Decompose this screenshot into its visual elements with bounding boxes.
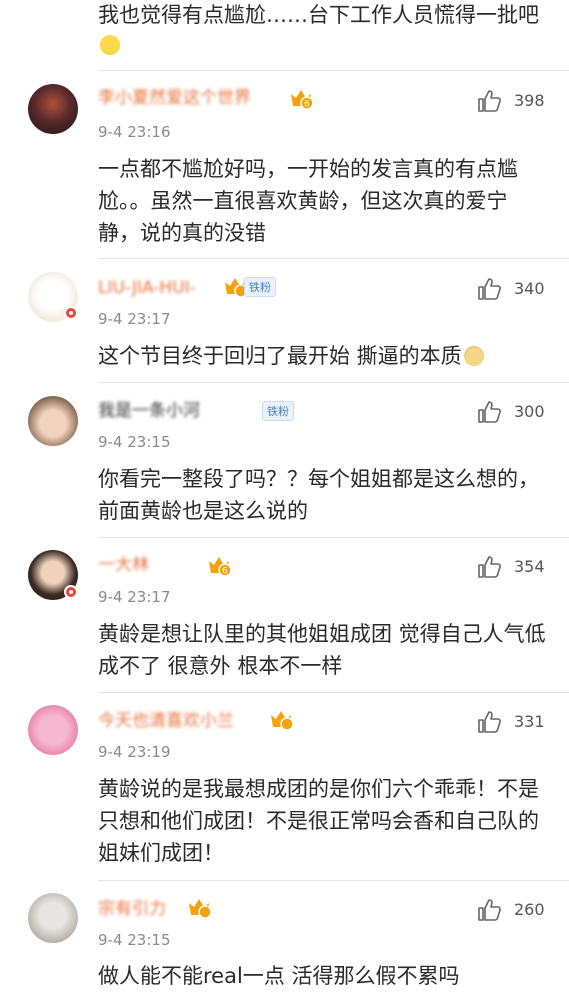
comment-text-partial: 我也觉得有点尴尬……台下工作人员慌得一批吧	[98, 0, 548, 60]
avatar[interactable]	[28, 705, 78, 755]
comment-text: 这个节目终于回归了最开始 撕逼的本质	[98, 340, 548, 372]
divider	[98, 537, 569, 538]
comment-text: 黄龄说的是我最想成团的是你们六个乖乖！不是只想和他们成团！不是很正常吗会香和自己…	[98, 777, 539, 865]
comment-text-body: 这个节目终于回归了最开始 撕逼的本质	[98, 344, 462, 368]
timestamp: 9-4 23:15	[98, 931, 171, 949]
verified-badge-icon	[64, 585, 78, 599]
vip-crown-icon	[189, 899, 212, 919]
timestamp: 9-4 23:17	[98, 588, 171, 606]
divider	[98, 880, 569, 881]
like-count: 354	[514, 557, 545, 576]
dog-face-emoji-icon	[463, 346, 484, 366]
divider	[98, 258, 569, 259]
like-count: 398	[514, 91, 545, 110]
comment-text: 黄龄是想让队里的其他姐姐成团 觉得自己人气低成不了 很意外 根本不一样	[98, 622, 546, 678]
thumbs-up-icon[interactable]	[476, 276, 502, 302]
thumbs-up-icon[interactable]	[476, 88, 502, 114]
comment-text: 我也觉得有点尴尬……台下工作人员慌得一批吧	[98, 3, 539, 27]
username[interactable]: LIU-JIA-HUI-	[98, 276, 196, 300]
laughing-crying-emoji-icon	[100, 35, 120, 55]
timestamp: 9-4 23:19	[98, 743, 171, 761]
timestamp: 9-4 23:17	[98, 310, 171, 328]
thumbs-up-icon[interactable]	[476, 709, 502, 735]
fan-tag-badge: 铁粉	[244, 277, 276, 297]
avatar[interactable]	[28, 893, 78, 943]
username[interactable]: 宗有引力	[98, 897, 166, 921]
username[interactable]: 李小夏然爱这个世界	[98, 86, 251, 110]
like-count: 300	[514, 402, 545, 421]
fan-tag-badge: 铁粉	[262, 401, 294, 421]
thumbs-up-icon[interactable]	[476, 897, 502, 923]
comment-text: 一点都不尴尬好吗，一开始的发言真的有点尴尬。。虽然一直很喜欢黄龄，但这次真的爱宁…	[98, 157, 518, 245]
vip-crown-icon	[271, 711, 294, 731]
timestamp: 9-4 23:15	[98, 433, 171, 451]
avatar[interactable]	[28, 84, 78, 134]
level-badge-icon: 6	[291, 90, 314, 110]
divider	[98, 382, 569, 383]
comment-text: 你看完一整段了吗？？每个姐姐都是这么想的，前面黄龄也是这么说的	[98, 467, 539, 523]
username[interactable]: 我是一条小河	[98, 399, 200, 423]
divider	[98, 692, 569, 693]
thumbs-up-icon[interactable]	[476, 554, 502, 580]
like-count: 331	[514, 712, 545, 731]
thumbs-up-icon[interactable]	[476, 399, 502, 425]
username[interactable]: 今天也清喜欢小兰	[98, 709, 234, 733]
comment-text: 做人能不能real一点 活得那么假不累吗	[98, 964, 460, 988]
level-number: 6	[304, 100, 310, 110]
like-count: 260	[514, 900, 545, 919]
username[interactable]: 一大林	[98, 553, 149, 577]
verified-badge-icon	[64, 306, 78, 320]
level-badge-icon: 6	[209, 557, 232, 577]
level-number: 6	[222, 567, 228, 577]
divider	[98, 70, 569, 71]
avatar[interactable]	[28, 396, 78, 446]
timestamp: 9-4 23:16	[98, 123, 171, 141]
like-count: 340	[514, 279, 545, 298]
